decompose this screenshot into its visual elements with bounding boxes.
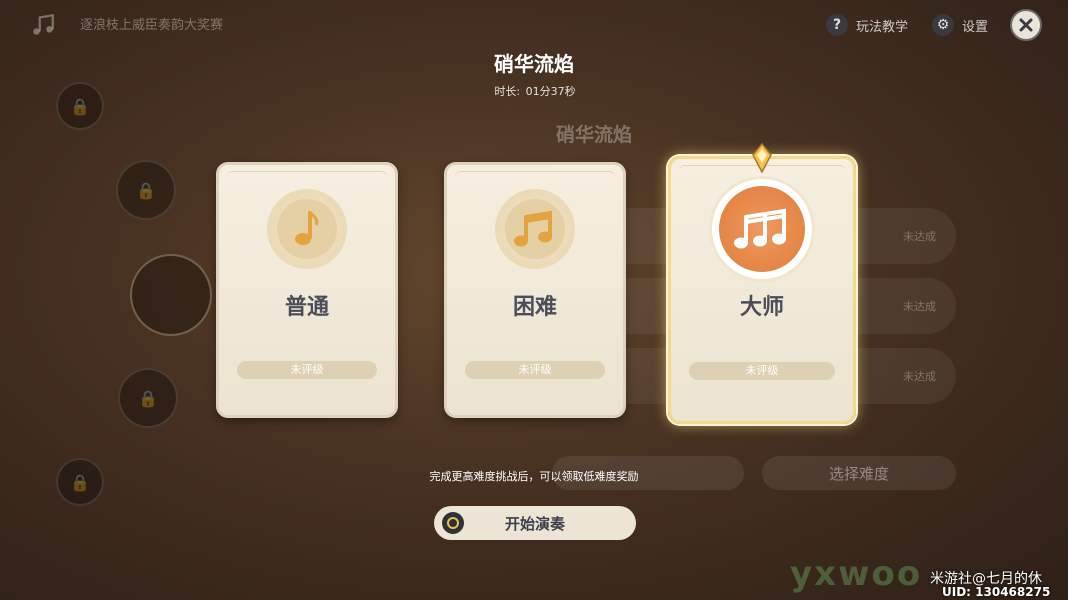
reward-hint: 完成更高难度挑战后，可以领取低难度奖励 [429, 470, 639, 483]
single-note-icon [295, 211, 319, 245]
event-title: 逐浪枝上威臣奏韵大奖赛 [80, 18, 224, 33]
locked-node: 🔒 [116, 160, 176, 220]
emblem [495, 189, 575, 269]
rating-badge: 未评级 [465, 361, 605, 379]
settings-label: 设置 [962, 19, 989, 35]
difficulty-card-master[interactable]: 大师 未评级 [668, 143, 856, 424]
difficulty-label: 普通 [284, 295, 329, 320]
background-song-title: 硝华流焰 [556, 124, 633, 146]
row-status: 未达成 [903, 300, 936, 313]
uid-label: UID: 130468275 [942, 585, 1051, 599]
double-note-icon [514, 210, 552, 247]
row-status: 未达成 [903, 230, 936, 243]
lock-icon: 🔒 [70, 96, 90, 116]
duration-label: 时长: [494, 85, 521, 98]
rating-badge: 未评级 [237, 361, 377, 379]
selected-gem-icon [752, 143, 772, 173]
triple-note-icon [734, 208, 786, 249]
song-title: 硝华流焰 [494, 52, 574, 76]
start-performance-button[interactable]: 开始演奏 [434, 506, 636, 540]
lock-icon: 🔒 [138, 388, 158, 408]
character-node [130, 254, 212, 336]
emblem [267, 189, 347, 269]
duration: 时长: 01分37秒 [0, 83, 1068, 99]
watermark-logo: yxwoo [790, 554, 923, 594]
row-status: 未达成 [903, 370, 936, 383]
controller-button-icon [442, 512, 464, 534]
emblem [712, 179, 812, 279]
difficulty-label: 困难 [512, 295, 557, 320]
tutorial-label: 玩法教学 [856, 19, 909, 35]
difficulty-card-normal[interactable]: 普通 未评级 [216, 162, 398, 418]
settings-button[interactable]: ⚙ 设置 [932, 14, 988, 36]
rating-badge: 未评级 [689, 362, 835, 380]
locked-node: 🔒 [118, 368, 178, 428]
music-note-icon [33, 13, 54, 35]
help-icon: ? [826, 14, 848, 36]
tutorial-button[interactable]: ? 玩法教学 [826, 14, 908, 36]
gear-icon: ⚙ [932, 14, 954, 36]
close-icon [1019, 18, 1033, 32]
difficulty-card-hard[interactable]: 困难 未评级 [444, 162, 626, 418]
close-button[interactable] [1010, 9, 1042, 41]
lock-icon: 🔒 [136, 180, 156, 200]
difficulty-label: 大师 [739, 295, 784, 320]
start-label: 开始演奏 [504, 514, 565, 533]
duration-value: 01分37秒 [525, 85, 576, 98]
